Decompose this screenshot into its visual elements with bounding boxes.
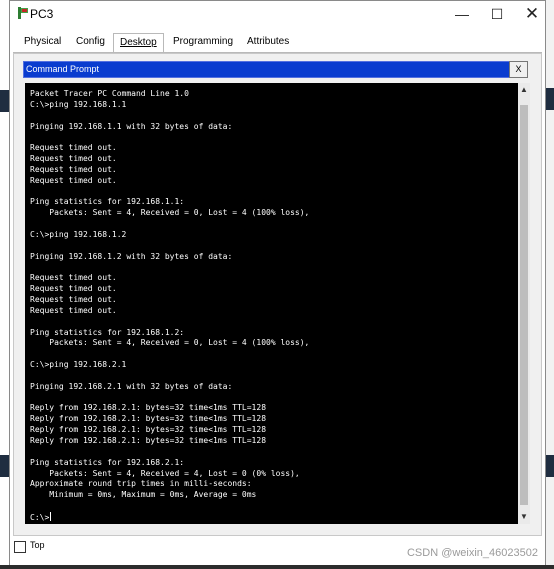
maximize-button[interactable]: ☐ bbox=[479, 1, 515, 27]
minimize-button[interactable]: — bbox=[444, 1, 480, 27]
top-checkbox[interactable] bbox=[14, 541, 26, 553]
text-cursor bbox=[50, 511, 52, 521]
command-prompt-header: Command Prompt bbox=[23, 61, 517, 78]
command-prompt-line[interactable]: C:\> bbox=[30, 511, 309, 524]
terminal-line: Packet Tracer PC Command Line 1.0 bbox=[30, 89, 189, 98]
terminal-line: Ping statistics for 192.168.1.2: bbox=[30, 327, 185, 337]
tab-attributes[interactable]: Attributes bbox=[241, 33, 295, 53]
scrollbar-thumb[interactable] bbox=[520, 105, 528, 505]
terminal-scrollbar[interactable]: ▲ ▼ bbox=[518, 83, 530, 524]
terminal-line: C:\>ping 192.168.1.2 bbox=[30, 229, 127, 239]
taskbar bbox=[0, 565, 554, 569]
tab-bar: Physical Config Desktop Programming Attr… bbox=[10, 33, 545, 53]
terminal-line: Request timed out. bbox=[30, 154, 117, 164]
terminal-line: ​ bbox=[30, 111, 309, 122]
top-checkbox-label: Top bbox=[30, 540, 45, 550]
desktop-band bbox=[546, 88, 554, 110]
terminal-line: ​ bbox=[30, 132, 309, 143]
terminal-output[interactable]: Packet Tracer PC Command Line 1.0 C:\>pin… bbox=[25, 83, 519, 524]
terminal-line: Reply from 192.168.2.1: bytes=32 time<1m… bbox=[30, 414, 267, 424]
desktop-band bbox=[546, 455, 554, 477]
terminal-lines: Packet Tracer PC Command Line 1.0 C:\>pin… bbox=[30, 89, 309, 524]
terminal-line: Request timed out. bbox=[30, 295, 117, 305]
terminal-line: ​ bbox=[30, 317, 309, 328]
watermark-text: CSDN @weixin_46023502 bbox=[406, 547, 538, 559]
prompt-text: C:\> bbox=[30, 512, 50, 522]
terminal-line: Reply from 192.168.2.1: bytes=32 time<1m… bbox=[30, 425, 267, 435]
terminal-line: ​ bbox=[30, 349, 309, 360]
scroll-up-arrow-icon[interactable]: ▲ bbox=[518, 83, 530, 97]
terminal-line: ​ bbox=[30, 187, 309, 198]
terminal-line: Request timed out. bbox=[30, 175, 117, 185]
tab-desktop[interactable]: Desktop bbox=[113, 33, 164, 53]
terminal-line: Request timed out. bbox=[30, 273, 117, 283]
terminal-line: Request timed out. bbox=[30, 284, 117, 294]
terminal-line: C:\>ping 192.168.1.1 bbox=[30, 99, 127, 109]
terminal-line: C:\>ping 192.168.2.1 bbox=[30, 360, 127, 370]
terminal-line: Pinging 192.168.1.2 with 32 bytes of dat… bbox=[30, 251, 233, 261]
terminal-line: Ping statistics for 192.168.2.1: bbox=[30, 457, 185, 467]
scroll-down-arrow-icon[interactable]: ▼ bbox=[518, 510, 530, 524]
terminal-line: ​ bbox=[30, 501, 309, 512]
terminal-line: Reply from 192.168.2.1: bytes=32 time<1m… bbox=[30, 403, 267, 413]
tab-physical[interactable]: Physical bbox=[18, 33, 67, 53]
tab-config[interactable]: Config bbox=[70, 33, 111, 53]
terminal-line: Approximate round trip times in milli-se… bbox=[30, 479, 252, 489]
window-title: PC3 bbox=[30, 7, 54, 21]
command-prompt-title: Command Prompt bbox=[26, 64, 100, 74]
terminal-line: Request timed out. bbox=[30, 143, 117, 153]
terminal-line: ​ bbox=[30, 263, 309, 274]
terminal-line: ​ bbox=[30, 241, 309, 252]
packet-tracer-pc-icon bbox=[18, 7, 28, 19]
terminal-line: Packets: Sent = 4, Received = 4, Lost = … bbox=[30, 468, 300, 478]
desktop-background-right bbox=[546, 0, 554, 569]
terminal-line: ​ bbox=[30, 371, 309, 382]
close-button[interactable]: ✕ bbox=[514, 1, 550, 27]
terminal-line: Packets: Sent = 4, Received = 0, Lost = … bbox=[30, 338, 310, 348]
terminal-line: Ping statistics for 192.168.1.1: bbox=[30, 197, 185, 207]
terminal-line: ​ bbox=[30, 447, 309, 458]
pc3-window: PC3 — ☐ ✕ Physical Config Desktop Progra… bbox=[9, 0, 546, 569]
command-prompt-close-button[interactable]: X bbox=[509, 61, 528, 78]
terminal-line: Reply from 192.168.2.1: bytes=32 time<1m… bbox=[30, 436, 267, 445]
terminal-line: Minimum = 0ms, Maximum = 0ms, Average = … bbox=[30, 490, 257, 500]
terminal-line: ​ bbox=[30, 393, 309, 404]
terminal-line: Pinging 192.168.2.1 with 32 bytes of dat… bbox=[30, 381, 233, 391]
tab-programming[interactable]: Programming bbox=[167, 33, 239, 53]
title-bar[interactable]: PC3 — ☐ ✕ bbox=[10, 1, 545, 27]
terminal-line: Request timed out. bbox=[30, 164, 117, 174]
terminal-line: Request timed out. bbox=[30, 305, 117, 315]
terminal-line: Packets: Sent = 4, Received = 0, Lost = … bbox=[30, 208, 310, 218]
terminal-line: Pinging 192.168.1.1 with 32 bytes of dat… bbox=[30, 121, 233, 131]
terminal-line: ​ bbox=[30, 219, 309, 230]
